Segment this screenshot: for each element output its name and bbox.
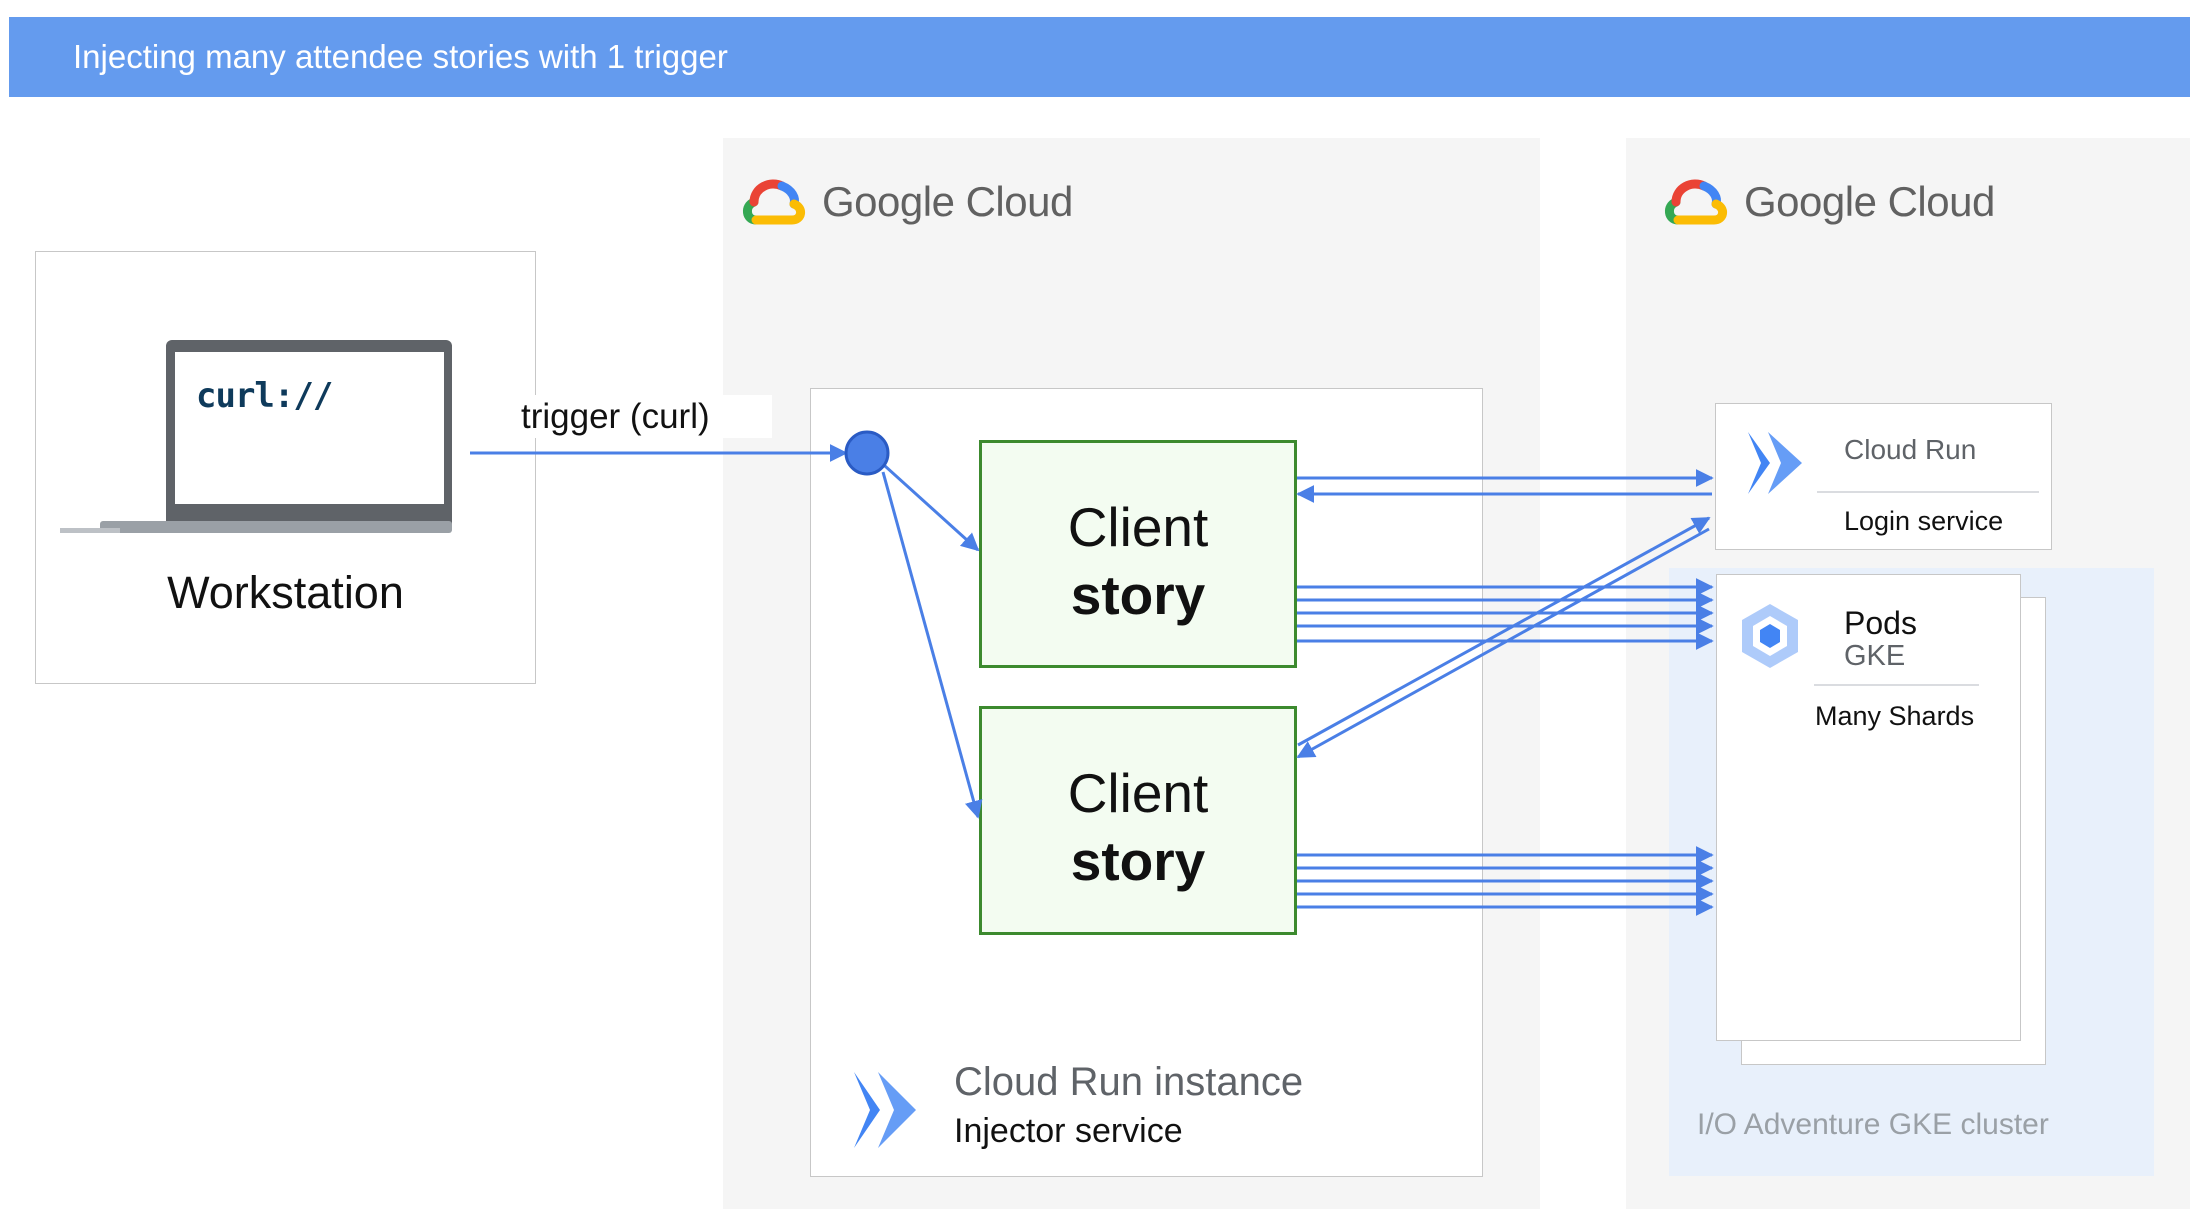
connectors bbox=[470, 430, 1714, 916]
login-to-story2-arrow bbox=[1296, 527, 1710, 759]
story2-to-login-arrow bbox=[1297, 516, 1711, 747]
split-arrow-2 bbox=[881, 471, 983, 819]
split-arrow-1 bbox=[883, 464, 980, 552]
trigger-splitter-node bbox=[844, 430, 890, 476]
